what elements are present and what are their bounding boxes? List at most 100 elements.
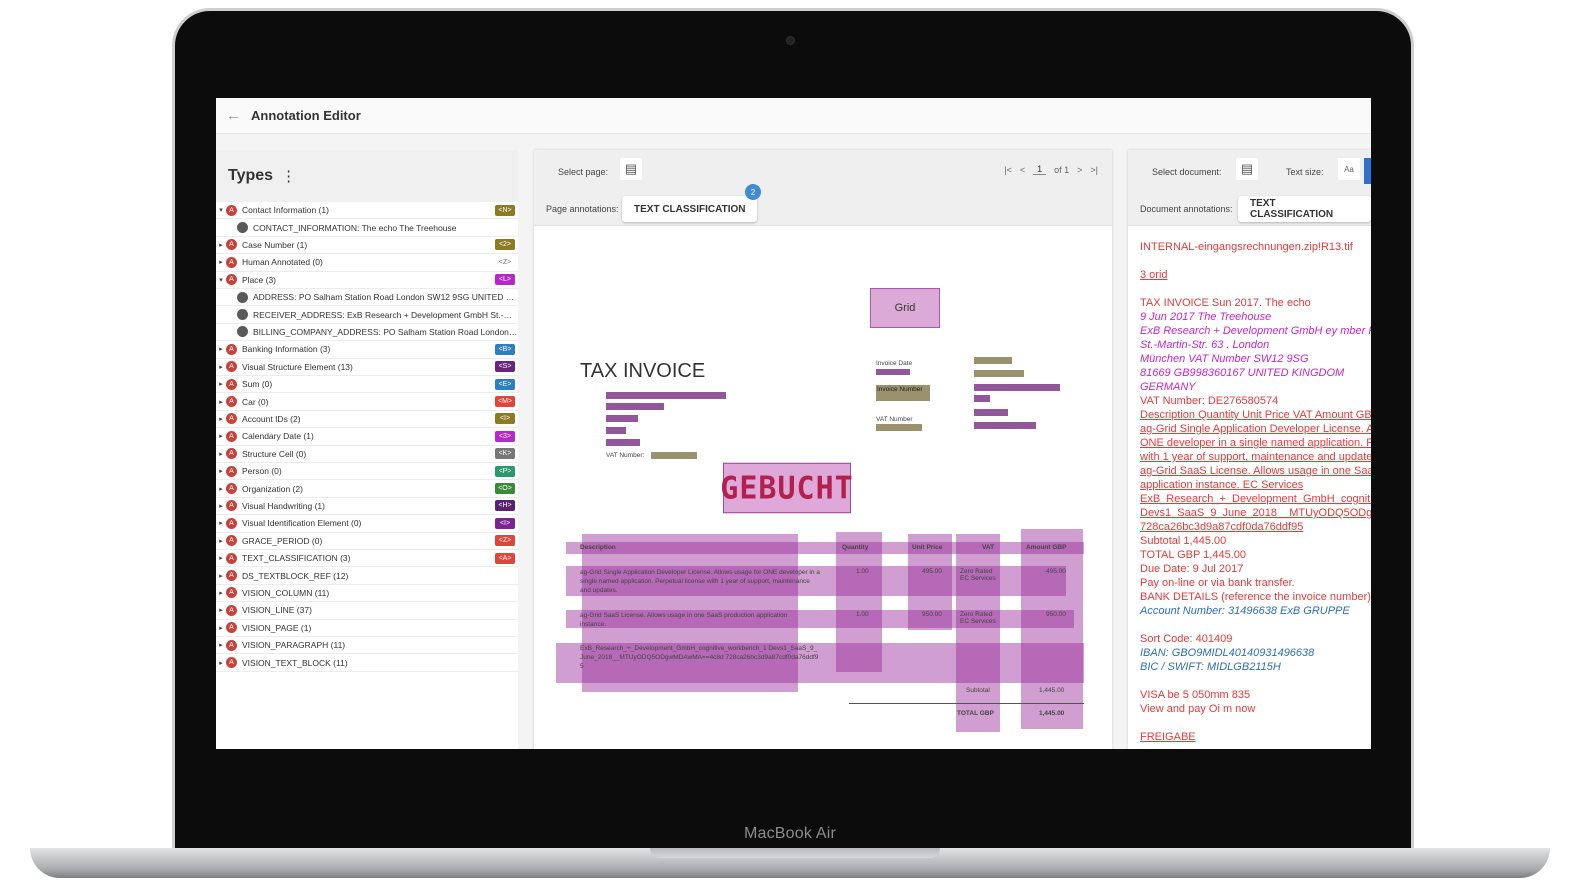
more-options-icon[interactable]: ⋮ xyxy=(281,167,296,185)
document-text-line[interactable]: BIC / SWIFT: MIDLGB2115H xyxy=(1140,660,1371,674)
receiver-address-highlight[interactable] xyxy=(974,395,990,402)
panel-toggle[interactable] xyxy=(1364,158,1371,184)
expand-caret-icon[interactable]: ▸ xyxy=(216,572,226,580)
document-text-line[interactable]: INTERNAL-eingangsrechnungen.zip!R13.tif xyxy=(1140,240,1371,254)
type-row[interactable]: ▸ A Person (0) <P> xyxy=(216,463,518,481)
type-row[interactable]: ▸ A DS_TEXTBLOCK_REF (12) xyxy=(216,567,518,585)
document-text-line[interactable]: FREIGABE xyxy=(1140,730,1371,744)
type-row[interactable]: ▸ A Car (0) <M> xyxy=(216,393,518,411)
expand-caret-icon[interactable]: ▸ xyxy=(216,519,226,527)
type-row[interactable]: ▸ A Calendary Date (1) <3> xyxy=(216,428,518,446)
type-instance-row[interactable]: ADDRESS: PO Salham Station Road London S… xyxy=(216,289,518,307)
expand-caret-icon[interactable]: ▸ xyxy=(216,606,226,614)
document-text-line[interactable]: 3 orid xyxy=(1140,268,1371,282)
expand-caret-icon[interactable]: ▸ xyxy=(216,258,226,266)
type-row[interactable]: ▸ A Visual Structure Element (13) <S> xyxy=(216,359,518,376)
type-instance-row[interactable]: RECEIVER_ADDRESS: ExB Research + Develop… xyxy=(216,306,518,324)
type-row[interactable]: ▸ A Account IDs (2) <I> xyxy=(216,411,518,429)
type-row[interactable]: ▸ A VISION_TEXT_BLOCK (11) xyxy=(216,654,518,672)
document-text-line[interactable]: TAX INVOICE Sun 2017. The echo xyxy=(1140,296,1371,310)
expand-caret-icon[interactable]: ▸ xyxy=(216,554,226,562)
document-text-line[interactable]: Account Number: 31496638 ExB GRUPPE xyxy=(1140,604,1371,618)
type-row[interactable]: ▸ A Organization (2) <O> xyxy=(216,480,518,498)
address-highlight[interactable] xyxy=(606,403,664,410)
expand-caret-icon[interactable]: ▸ xyxy=(216,241,226,249)
invoice-title[interactable]: TAX INVOICE xyxy=(580,360,705,383)
document-text-line[interactable]: VISA be 5 050mm 835 xyxy=(1140,688,1371,702)
type-row[interactable]: ▾ A Contact Information (1) <N> xyxy=(216,202,518,220)
document-text-line[interactable]: 9 Jun 2017 The Treehouse xyxy=(1140,310,1371,324)
expand-caret-icon[interactable]: ▸ xyxy=(216,415,226,423)
amount-column-highlight[interactable] xyxy=(1021,529,1083,729)
type-row[interactable]: ▸ A VISION_PAGE (1) xyxy=(216,620,518,637)
back-arrow-icon[interactable]: ← xyxy=(226,107,241,124)
expand-caret-icon[interactable]: ▸ xyxy=(216,450,226,458)
vat-number-highlight[interactable] xyxy=(651,452,697,459)
next-page-button[interactable]: > xyxy=(1077,165,1082,175)
select-page-icon[interactable]: ▤ xyxy=(620,158,642,180)
contact-highlight[interactable] xyxy=(974,357,1012,364)
type-row[interactable]: ▸ A Sum (0) <E> xyxy=(216,376,518,394)
type-row[interactable]: ▸ A TEXT_CLASSIFICATION (3) <A> xyxy=(216,550,518,568)
document-text-line[interactable]: VAT Number: DE276580574 xyxy=(1140,394,1371,408)
address-highlight[interactable] xyxy=(606,392,726,399)
collapse-caret-icon[interactable]: ▾ xyxy=(216,206,226,214)
expand-caret-icon[interactable]: ▸ xyxy=(216,467,226,475)
document-text-line[interactable]: Pay on-line or via bank transfer. xyxy=(1140,576,1371,590)
document-text-line[interactable]: with 1 year of support, maintenance and … xyxy=(1140,450,1371,464)
expand-caret-icon[interactable]: ▸ xyxy=(216,485,226,493)
expand-caret-icon[interactable]: ▸ xyxy=(216,363,226,371)
document-text-line[interactable]: TOTAL GBP 1,445.00 xyxy=(1140,548,1371,562)
document-text-line[interactable]: ag-Grid Single Application Developer Lic… xyxy=(1140,422,1371,436)
document-text-line[interactable]: München VAT Number SW12 9SG xyxy=(1140,352,1371,366)
receiver-address-highlight[interactable] xyxy=(974,409,1008,416)
document-text-line[interactable]: Subtotal 1,445.00 xyxy=(1140,534,1371,548)
address-highlight[interactable] xyxy=(606,439,640,446)
collapse-caret-icon[interactable]: ▾ xyxy=(216,276,226,284)
document-text-line[interactable]: St.-Martin-Str. 63 . London xyxy=(1140,338,1371,352)
document-text-line[interactable]: application instance. EC Services xyxy=(1140,478,1371,492)
invoice-date-highlight[interactable] xyxy=(876,369,910,375)
document-text-line[interactable]: ag-Grid SaaS License. Allows usage in on… xyxy=(1140,464,1371,478)
expand-caret-icon[interactable]: ▸ xyxy=(216,380,226,388)
type-row[interactable]: ▸ A VISION_LINE (37) xyxy=(216,602,518,620)
type-row[interactable]: ▸ A VISION_COLUMN (11) xyxy=(216,585,518,603)
select-document-icon[interactable]: ▤ xyxy=(1236,158,1258,180)
expand-caret-icon[interactable]: ▸ xyxy=(216,537,226,545)
expand-caret-icon[interactable]: ▸ xyxy=(216,345,226,353)
document-text-line[interactable]: ONE developer in a single named applicat… xyxy=(1140,436,1371,450)
type-row[interactable]: ▸ A GRACE_PERIOD (0) <Z> xyxy=(216,533,518,550)
document-text-line[interactable]: ExB_Research_+_Development_GmbH_cognitiv xyxy=(1140,492,1371,506)
type-row[interactable]: ▸ A Case Number (1) <2> xyxy=(216,237,518,255)
document-text-classification-chip[interactable]: TEXT CLASSIFICATION xyxy=(1238,196,1371,222)
text-size-selector[interactable]: Aa xyxy=(1338,158,1360,180)
type-row[interactable]: ▸ A Banking Information (3) <B> xyxy=(216,341,518,359)
gebucht-stamp[interactable]: GEBUCHT xyxy=(720,462,853,514)
page-number-input[interactable]: 1 xyxy=(1033,164,1047,175)
document-text-line[interactable]: Devs1_SaaS_9_June_2018__MTUyODQ5ODgw xyxy=(1140,506,1371,520)
expand-caret-icon[interactable]: ▸ xyxy=(216,659,226,667)
first-page-button[interactable]: |< xyxy=(1004,165,1012,175)
expand-caret-icon[interactable]: ▸ xyxy=(216,589,226,597)
expand-caret-icon[interactable]: ▸ xyxy=(216,641,226,649)
document-text-line[interactable]: IBAN: GBO9MIDL40140931496638 xyxy=(1140,646,1371,660)
page-text-classification-chip[interactable]: TEXT CLASSIFICATION xyxy=(622,196,758,222)
company-logo[interactable]: Grid xyxy=(870,288,940,328)
document-text-line[interactable]: 728ca26bc3d9a87cdf0da76ddf95 xyxy=(1140,520,1371,534)
type-row[interactable]: ▸ A VISION_PARAGRAPH (11) xyxy=(216,637,518,655)
document-text-line[interactable]: ExB Research + Development GmbH ey mber … xyxy=(1140,324,1371,338)
contact-highlight[interactable] xyxy=(974,370,1024,377)
expand-caret-icon[interactable]: ▸ xyxy=(216,502,226,510)
last-page-button[interactable]: >| xyxy=(1090,165,1098,175)
type-instance-row[interactable]: CONTACT_INFORMATION: The echo The Treeho… xyxy=(216,219,518,237)
type-row[interactable]: ▾ A Place (3) <L> xyxy=(216,272,518,289)
expand-caret-icon[interactable]: ▸ xyxy=(216,624,226,632)
address-highlight[interactable] xyxy=(606,427,626,434)
vat-number-right-highlight[interactable] xyxy=(876,424,922,431)
table-header-highlight[interactable] xyxy=(566,542,1084,554)
type-row[interactable]: ▸ A Human Annotated (0) <Z> xyxy=(216,254,518,272)
document-text-line[interactable]: BANK DETAILS (reference the invoice numb… xyxy=(1140,590,1371,604)
type-row[interactable]: ▸ A Structure Cell (0) <K> xyxy=(216,446,518,463)
document-text-line[interactable]: Sort Code: 401409 xyxy=(1140,632,1371,646)
address-highlight[interactable] xyxy=(606,415,638,422)
